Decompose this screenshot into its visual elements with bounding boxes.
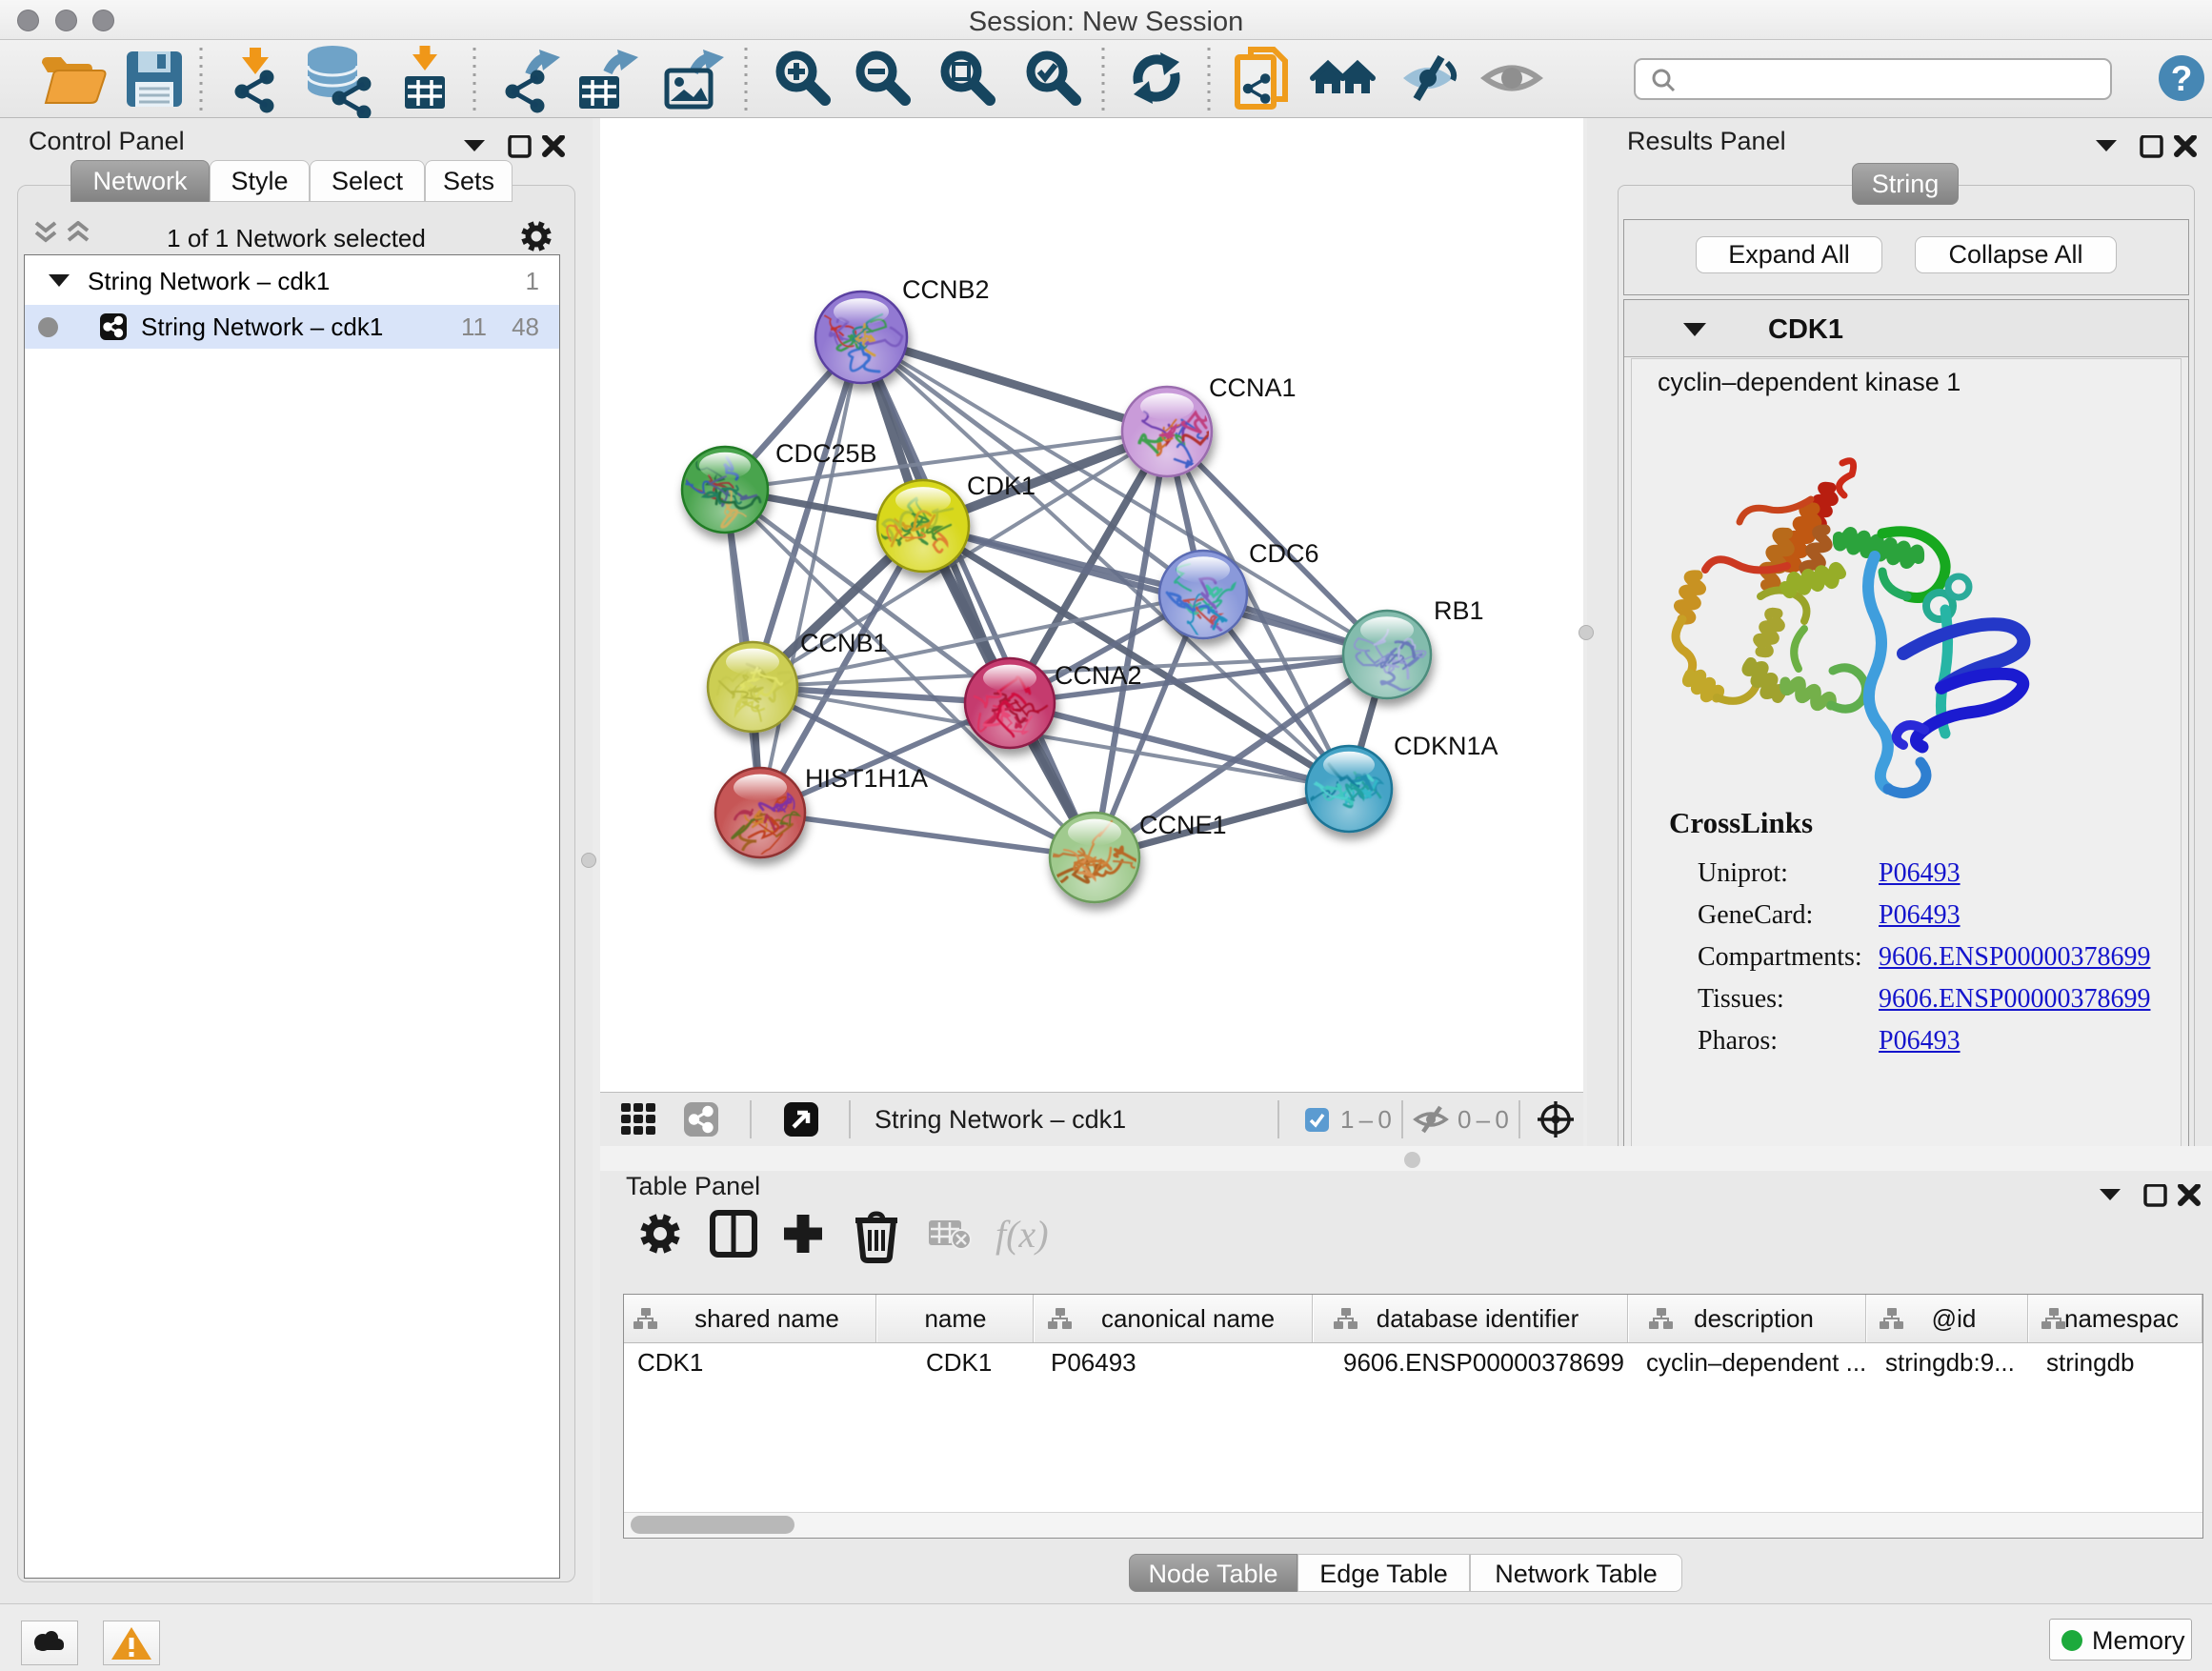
- svg-text:namespac: namespac: [2064, 1304, 2179, 1333]
- svg-text:0 – 0: 0 – 0: [1458, 1105, 1509, 1134]
- svg-text:CCNB1: CCNB1: [800, 629, 888, 657]
- svg-text:@id: @id: [1932, 1304, 1977, 1333]
- svg-text:CCNA2: CCNA2: [1055, 661, 1142, 690]
- svg-text:CCNA1: CCNA1: [1209, 373, 1297, 402]
- svg-text:name: name: [924, 1304, 986, 1333]
- svg-text:f(x): f(x): [995, 1213, 1049, 1256]
- svg-text:HIST1H1A: HIST1H1A: [805, 764, 928, 793]
- svg-text:description: description: [1694, 1304, 1814, 1333]
- svg-text:CCNB2: CCNB2: [902, 275, 990, 304]
- svg-text:CDKN1A: CDKN1A: [1394, 732, 1498, 760]
- svg-text:CCNE1: CCNE1: [1139, 811, 1227, 839]
- svg-text:?: ?: [2171, 59, 2193, 98]
- svg-text:canonical name: canonical name: [1101, 1304, 1275, 1333]
- svg-text:String Network – cdk1: String Network – cdk1: [875, 1105, 1126, 1134]
- svg-text:CDC25B: CDC25B: [775, 439, 877, 468]
- svg-text:database identifier: database identifier: [1377, 1304, 1579, 1333]
- svg-text:CDC6: CDC6: [1249, 539, 1319, 568]
- svg-text:RB1: RB1: [1434, 596, 1484, 625]
- svg-text:CDK1: CDK1: [967, 472, 1036, 500]
- svg-text:1 – 0: 1 – 0: [1340, 1105, 1392, 1134]
- svg-text:shared name: shared name: [694, 1304, 839, 1333]
